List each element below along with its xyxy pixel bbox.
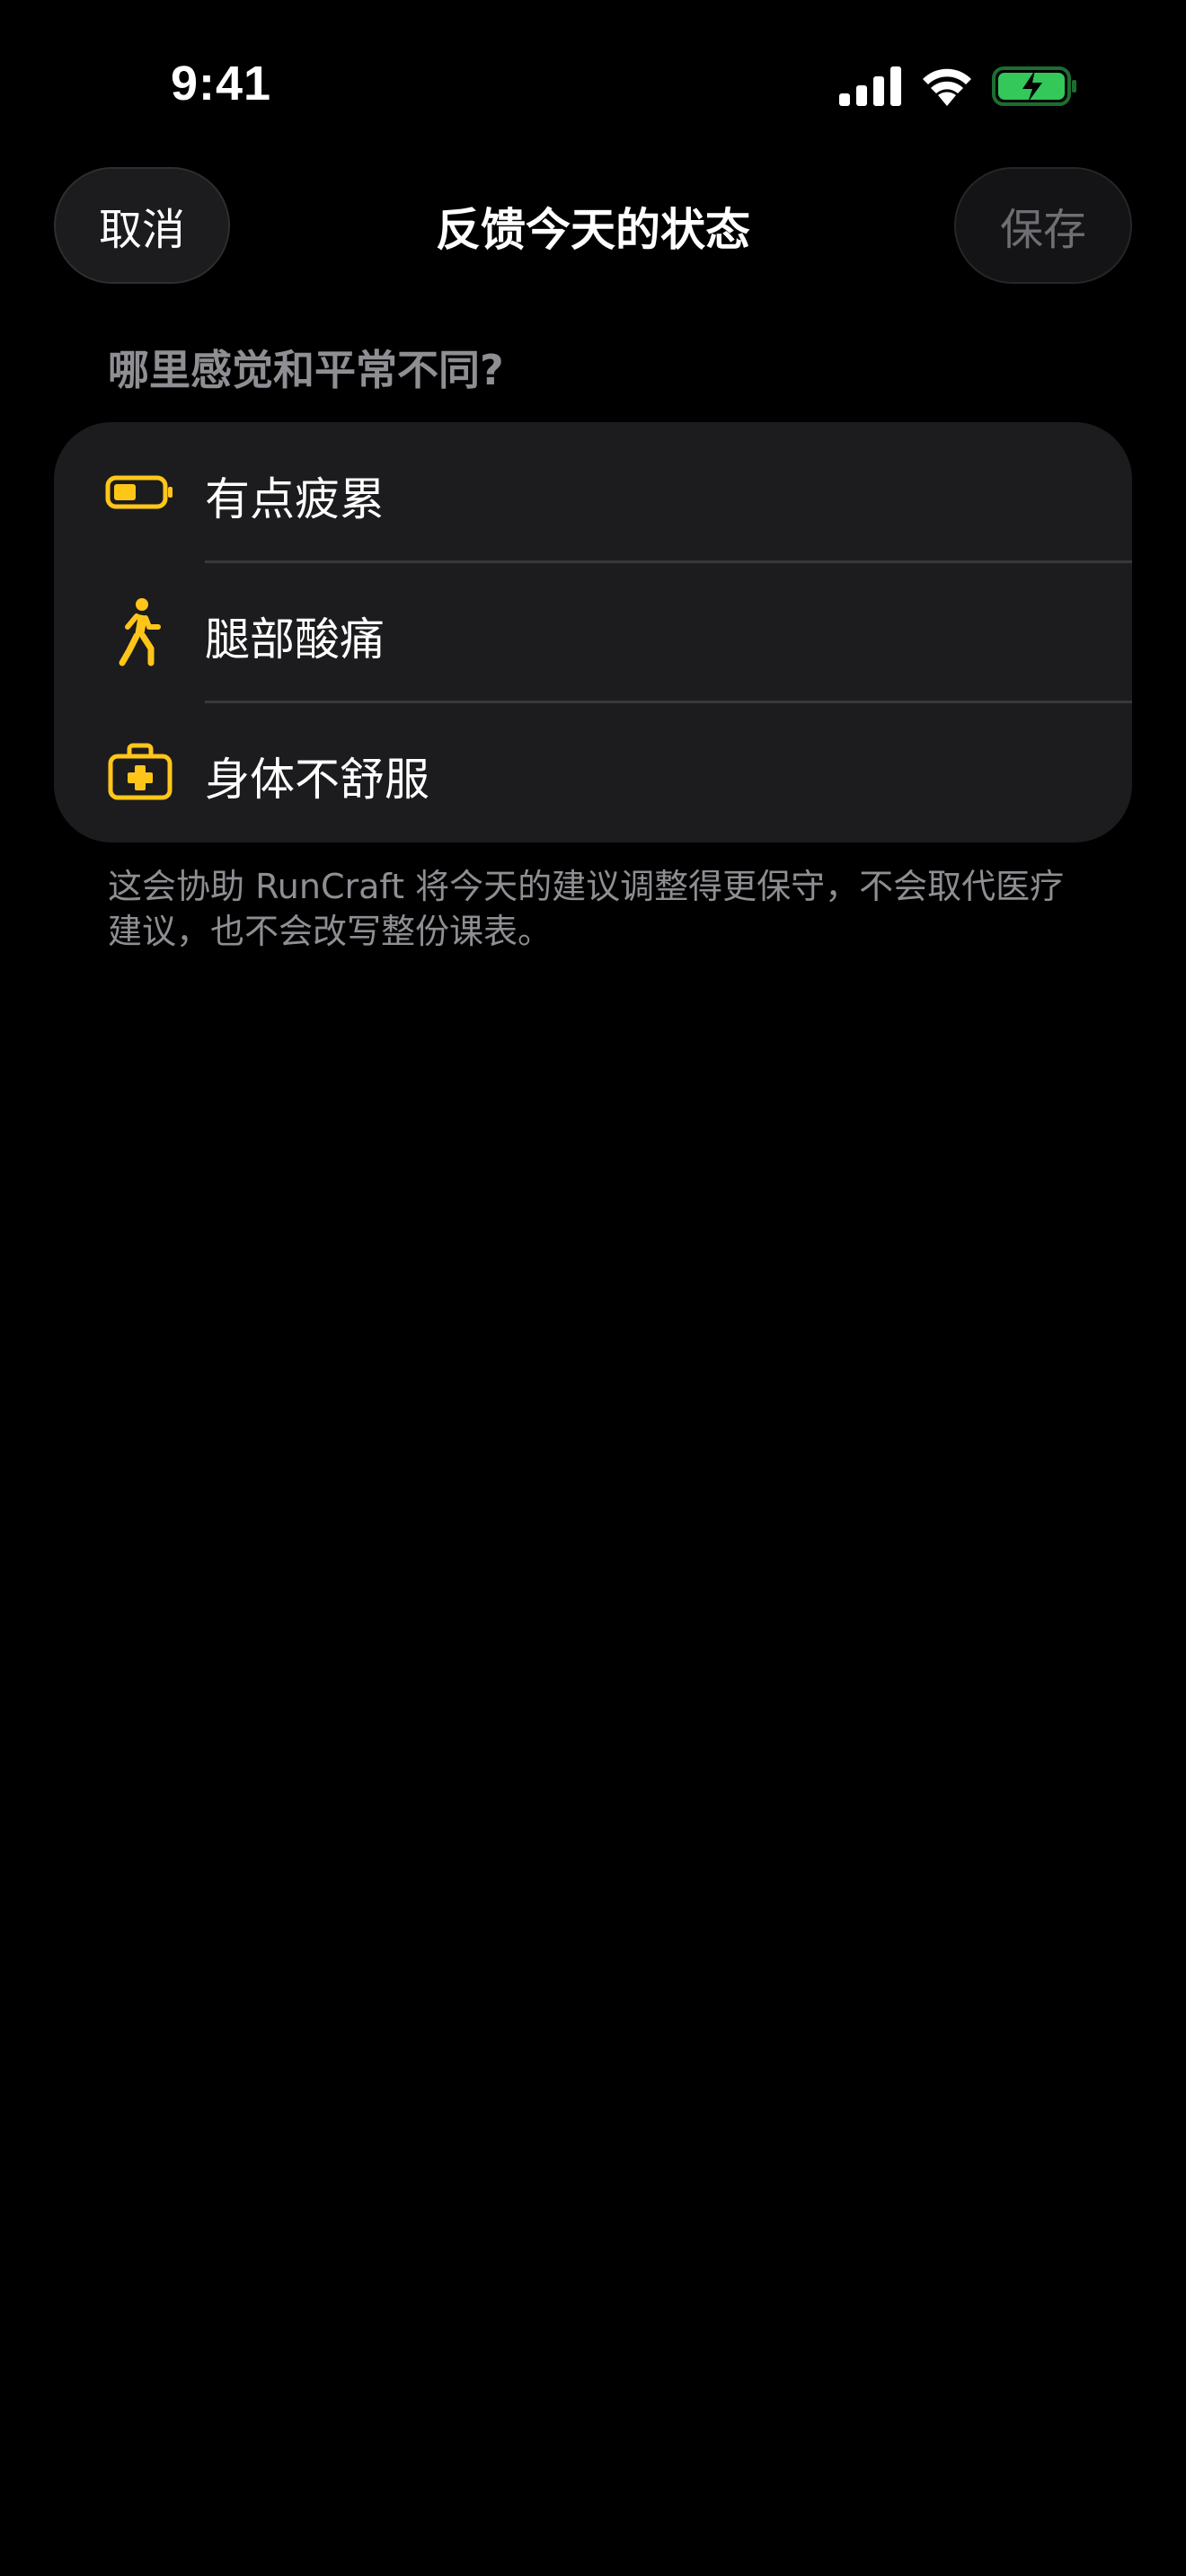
- option-leg-soreness[interactable]: 腿部酸痛: [54, 562, 1132, 702]
- options-list: 有点疲累 腿部酸痛 身体不舒服: [54, 422, 1132, 842]
- battery-charging-icon: [992, 66, 1076, 106]
- footnote: 这会协助 RunCraft 将今天的建议调整得更保守，不会取代医疗建议，也不会改…: [108, 867, 1065, 951]
- option-tired[interactable]: 有点疲累: [54, 422, 1132, 562]
- option-label: 身体不舒服: [205, 754, 429, 806]
- status-time: 9:41: [171, 57, 272, 110]
- option-unwell[interactable]: 身体不舒服: [54, 702, 1132, 842]
- page-title: 反馈今天的状态: [436, 204, 750, 256]
- medical-kit-icon: [108, 743, 173, 800]
- section-header: 哪里感觉和平常不同?: [108, 346, 504, 394]
- cellular-signal-icon: [839, 66, 901, 106]
- battery-low-icon: [105, 475, 173, 509]
- status-bar: 9:41: [0, 0, 1186, 171]
- wifi-icon: [923, 68, 971, 106]
- option-label: 有点疲累: [205, 473, 385, 525]
- option-label: 腿部酸痛: [205, 613, 385, 666]
- cancel-button[interactable]: 取消: [54, 167, 230, 284]
- save-button[interactable]: 保存: [954, 167, 1132, 284]
- runner-icon: [119, 598, 161, 666]
